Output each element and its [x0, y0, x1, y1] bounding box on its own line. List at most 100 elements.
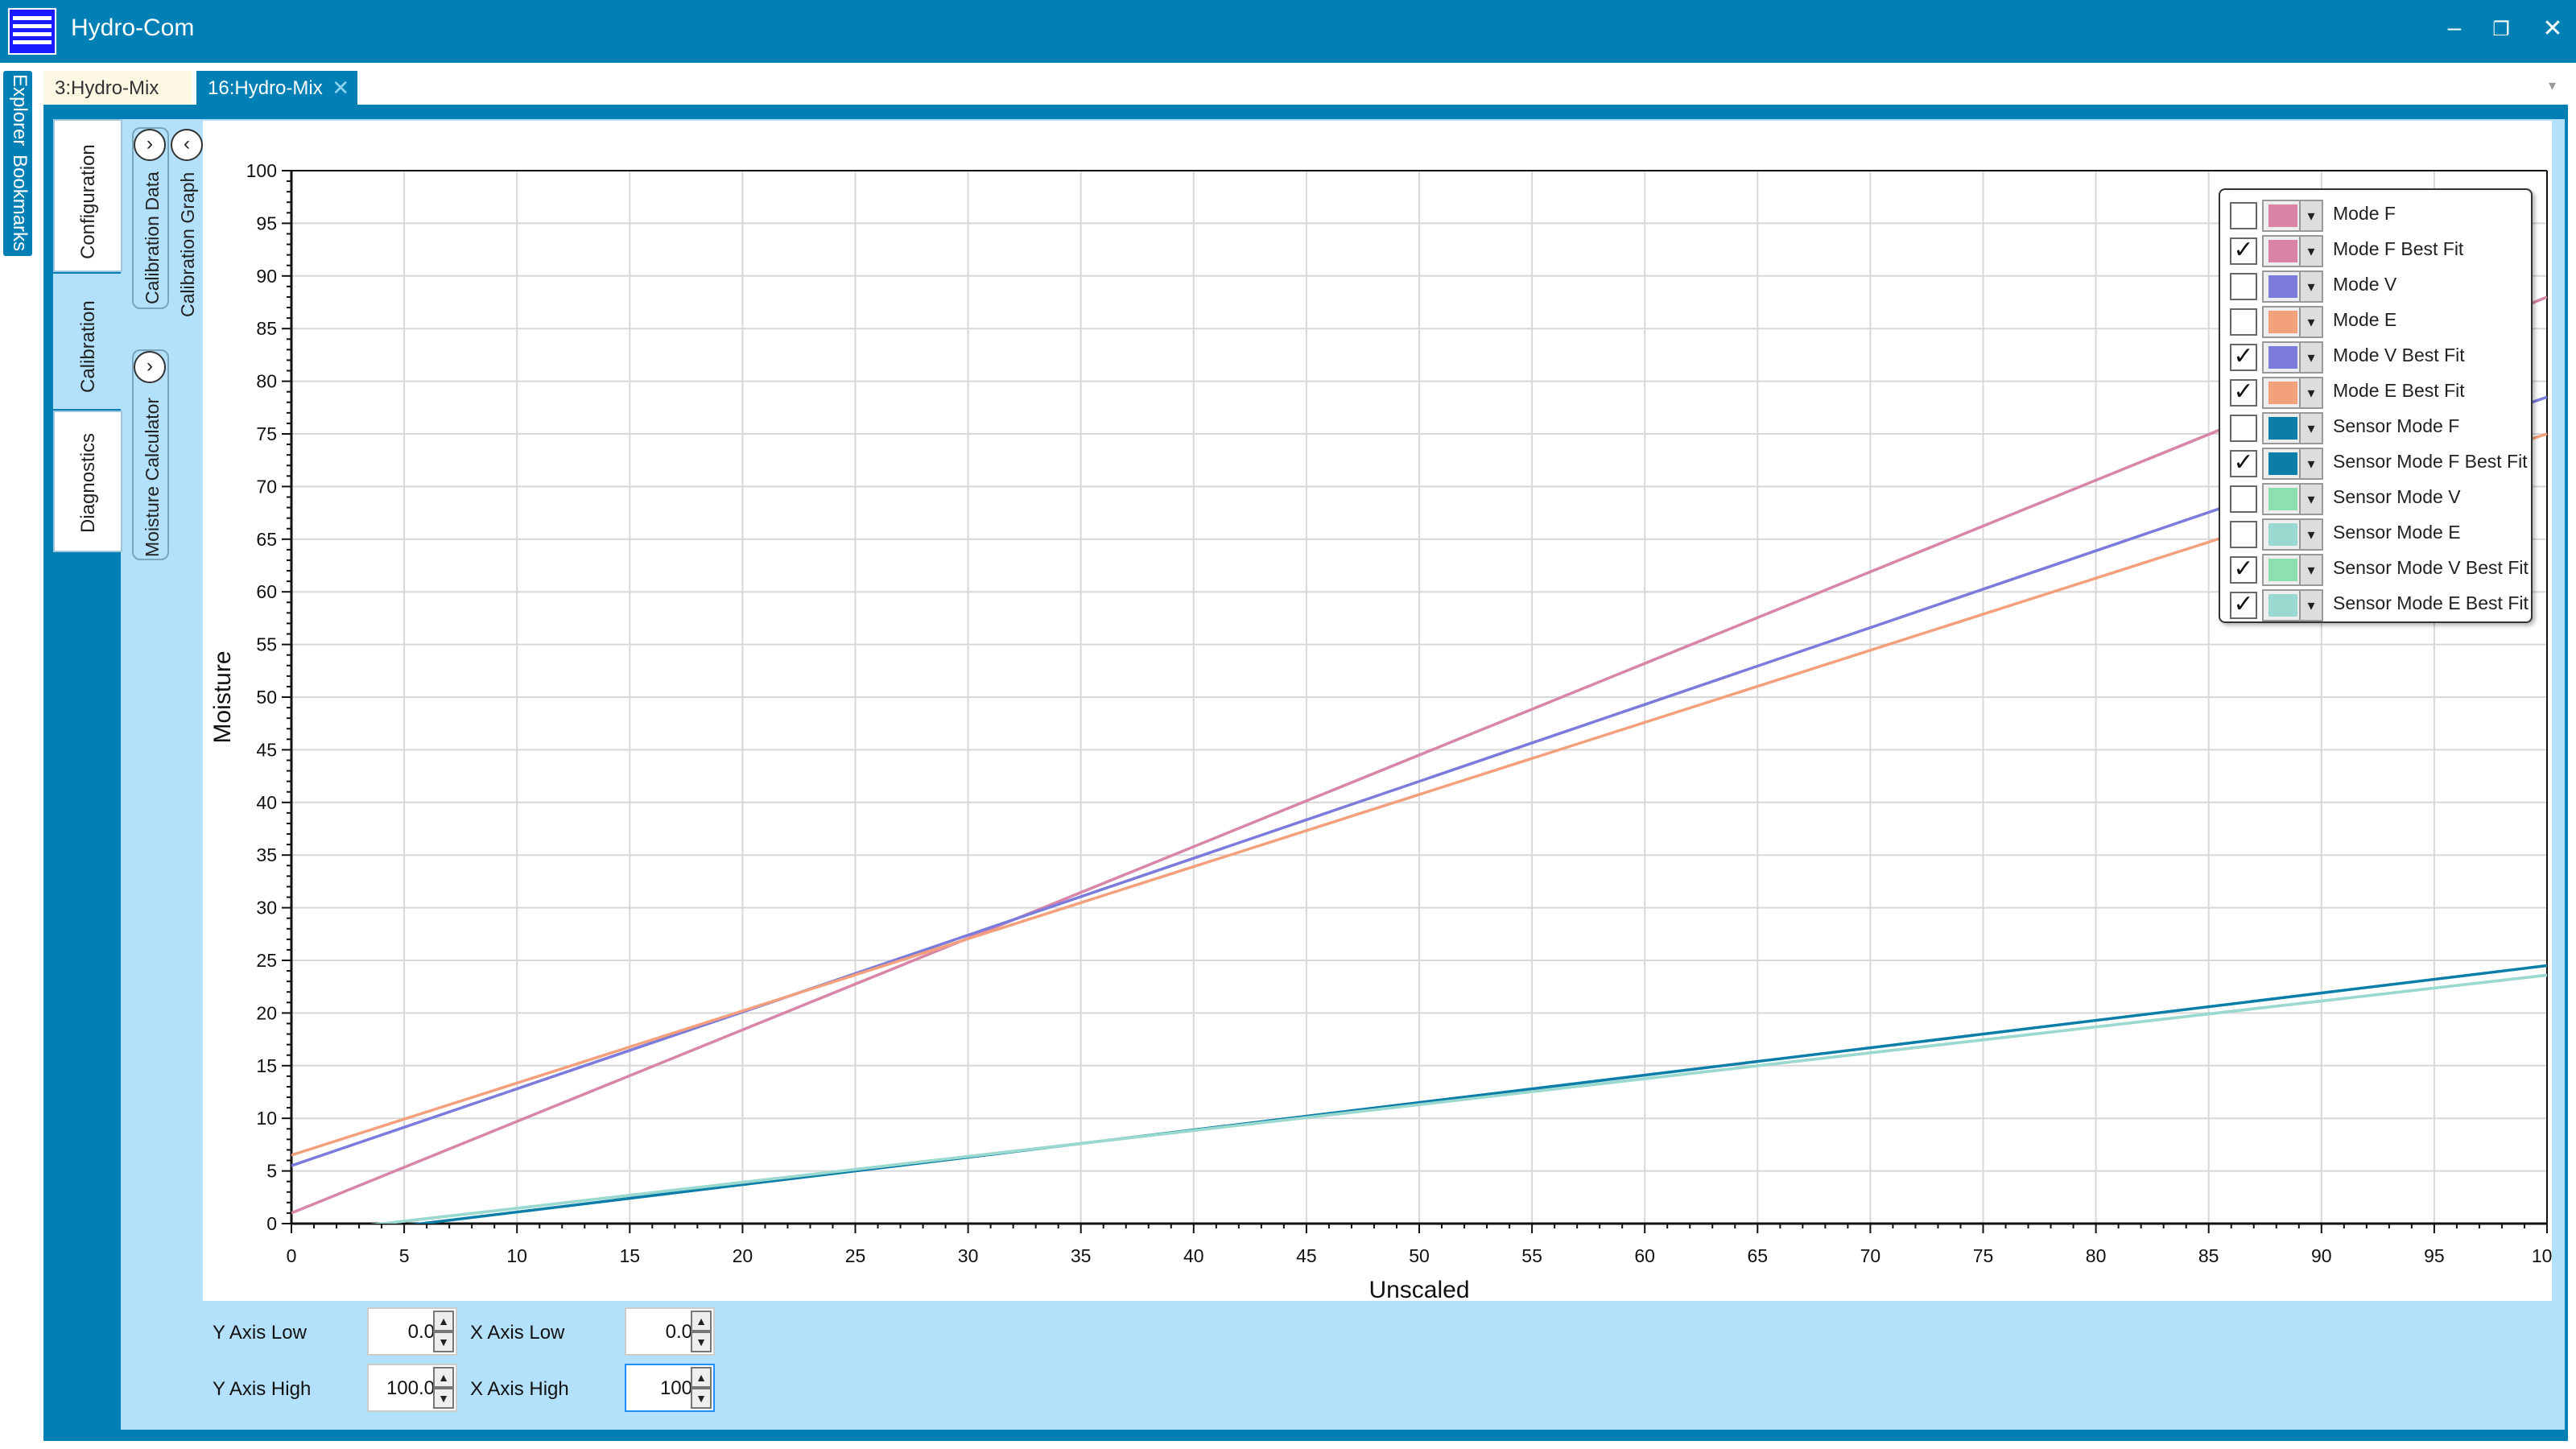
legend-item: ✓ ▾ Mode E Best Fit [2220, 374, 2534, 409]
legend-item: ✓ ▾ Mode V Best Fit [2220, 338, 2534, 374]
minimize-button[interactable]: – [2434, 14, 2475, 42]
x-tick-label: 100 [2532, 1245, 2552, 1266]
color-swatch [2268, 240, 2297, 262]
color-picker[interactable]: ▾ [2262, 589, 2323, 621]
bookmarks-tab[interactable]: Bookmarks [8, 155, 31, 251]
y-tick-label: 55 [256, 634, 277, 655]
chevron-down-icon[interactable]: ▾ [2299, 485, 2322, 514]
y-axis-high-input[interactable] [370, 1372, 435, 1406]
legend-checkbox[interactable] [2230, 485, 2257, 513]
legend-label: Mode V [2333, 274, 2397, 295]
document-tab-16[interactable]: 16:Hydro-Mix ✕ [196, 71, 357, 105]
y-axis-high-spinner: ▲ ▼ [367, 1364, 457, 1412]
tab-diagnostics[interactable]: Diagnostics [53, 411, 122, 552]
close-tab-icon[interactable]: ✕ [332, 76, 349, 101]
color-picker[interactable]: ▾ [2262, 412, 2323, 444]
y-axis-low-spinner: ▲ ▼ [367, 1307, 457, 1356]
chevron-down-icon[interactable]: ▾ [2299, 237, 2322, 266]
chevron-down-icon[interactable]: ▾ [2299, 414, 2322, 443]
legend-checkbox[interactable]: ✓ [2230, 556, 2257, 584]
app-menu-icon[interactable] [8, 8, 56, 55]
close-button[interactable]: ✕ [2533, 14, 2573, 43]
y-axis-low-input[interactable] [370, 1315, 435, 1349]
x-axis-high-input[interactable] [628, 1372, 692, 1406]
y-tick-label: 0 [266, 1213, 277, 1234]
x-axis-high-up-button[interactable]: ▲ [691, 1367, 712, 1388]
y-tick-label: 40 [256, 792, 277, 813]
expand-moisture-calculator-icon[interactable]: › [134, 351, 166, 383]
y-tick-label: 20 [256, 1002, 277, 1023]
x-tick-label: 30 [958, 1245, 979, 1266]
chevron-down-icon[interactable]: ▾ [2299, 308, 2322, 336]
legend-checkbox[interactable] [2230, 273, 2257, 300]
color-picker[interactable]: ▾ [2262, 306, 2323, 338]
color-picker[interactable]: ▾ [2262, 200, 2323, 232]
legend-checkbox[interactable]: ✓ [2230, 344, 2257, 371]
x-tick-label: 60 [1634, 1245, 1655, 1266]
legend-label: Sensor Mode V [2333, 486, 2461, 507]
x-tick-label: 65 [1748, 1245, 1769, 1266]
tab-calibration-label: Calibration [77, 300, 99, 393]
side-tab-strip: Explorer Bookmarks [3, 71, 32, 256]
legend-checkbox[interactable] [2230, 308, 2257, 336]
y-tick-label: 85 [256, 318, 277, 339]
maximize-button[interactable]: ❐ [2481, 18, 2521, 41]
legend-checkbox[interactable] [2230, 202, 2257, 229]
color-picker[interactable]: ▾ [2262, 554, 2323, 586]
tab-calibration[interactable]: Calibration [53, 274, 122, 409]
y-tick-label: 80 [256, 371, 277, 392]
chevron-down-icon[interactable]: ▾ [2299, 520, 2322, 549]
document-tab-3[interactable]: 3:Hydro-Mix [43, 71, 192, 105]
expand-calibration-data-icon[interactable]: › [134, 129, 166, 161]
chevron-down-icon[interactable]: ▾ [2299, 555, 2322, 584]
x-axis-low-up-button[interactable]: ▲ [691, 1311, 712, 1331]
color-picker[interactable]: ▾ [2262, 483, 2323, 515]
x-tick-label: 55 [1521, 1245, 1542, 1266]
chevron-down-icon[interactable]: ▾ [2299, 201, 2322, 230]
chevron-down-icon[interactable]: ▾ [2299, 449, 2322, 478]
x-tick-label: 80 [2086, 1245, 2107, 1266]
legend-checkbox[interactable] [2230, 415, 2257, 442]
color-picker[interactable]: ▾ [2262, 377, 2323, 409]
legend-label: Sensor Mode F [2333, 415, 2460, 436]
color-swatch [2268, 311, 2297, 333]
legend-item: ▾ Sensor Mode F [2220, 409, 2534, 444]
tab-diagnostics-label: Diagnostics [77, 432, 99, 533]
legend-checkbox[interactable]: ✓ [2230, 450, 2257, 477]
x-tick-label: 75 [1973, 1245, 1994, 1266]
legend-checkbox[interactable] [2230, 521, 2257, 548]
legend-item: ✓ ▾ Sensor Mode E Best Fit [2220, 586, 2534, 621]
x-axis-low-input[interactable] [628, 1315, 692, 1349]
x-axis-high-down-button[interactable]: ▼ [691, 1388, 712, 1409]
chevron-down-icon[interactable]: ▾ [2299, 378, 2322, 407]
y-axis-low-down-button[interactable]: ▼ [433, 1331, 454, 1352]
calibration-graph-label[interactable]: Calibration Graph [177, 172, 199, 317]
y-axis-high-up-button[interactable]: ▲ [433, 1367, 454, 1388]
y-tick-label: 5 [266, 1161, 277, 1182]
tab-overflow-icon[interactable]: ▾ [2549, 77, 2556, 94]
x-axis-low-down-button[interactable]: ▼ [691, 1331, 712, 1352]
legend-item: ▾ Mode F [2220, 196, 2534, 232]
chevron-down-icon[interactable]: ▾ [2299, 591, 2322, 620]
y-tick-label: 50 [256, 687, 277, 708]
chevron-down-icon[interactable]: ▾ [2299, 343, 2322, 372]
y-axis-low-up-button[interactable]: ▲ [433, 1311, 454, 1331]
legend-item: ✓ ▾ Sensor Mode F Best Fit [2220, 444, 2534, 480]
tab-configuration[interactable]: Configuration [53, 119, 122, 272]
color-picker[interactable]: ▾ [2262, 235, 2323, 267]
chevron-down-icon[interactable]: ▾ [2299, 272, 2322, 301]
y-tick-label: 70 [256, 476, 277, 497]
color-picker[interactable]: ▾ [2262, 341, 2323, 374]
legend-label: Sensor Mode F Best Fit [2333, 451, 2528, 472]
color-picker[interactable]: ▾ [2262, 518, 2323, 551]
legend-checkbox[interactable]: ✓ [2230, 592, 2257, 619]
collapse-calibration-graph-icon[interactable]: ‹ [171, 129, 203, 161]
legend-checkbox[interactable]: ✓ [2230, 379, 2257, 407]
explorer-tab[interactable]: Explorer [8, 74, 31, 146]
color-picker[interactable]: ▾ [2262, 270, 2323, 303]
legend-checkbox[interactable]: ✓ [2230, 237, 2257, 265]
color-picker[interactable]: ▾ [2262, 448, 2323, 480]
y-tick-label: 35 [256, 844, 277, 865]
legend-item: ▾ Mode E [2220, 303, 2534, 338]
y-axis-high-down-button[interactable]: ▼ [433, 1388, 454, 1409]
